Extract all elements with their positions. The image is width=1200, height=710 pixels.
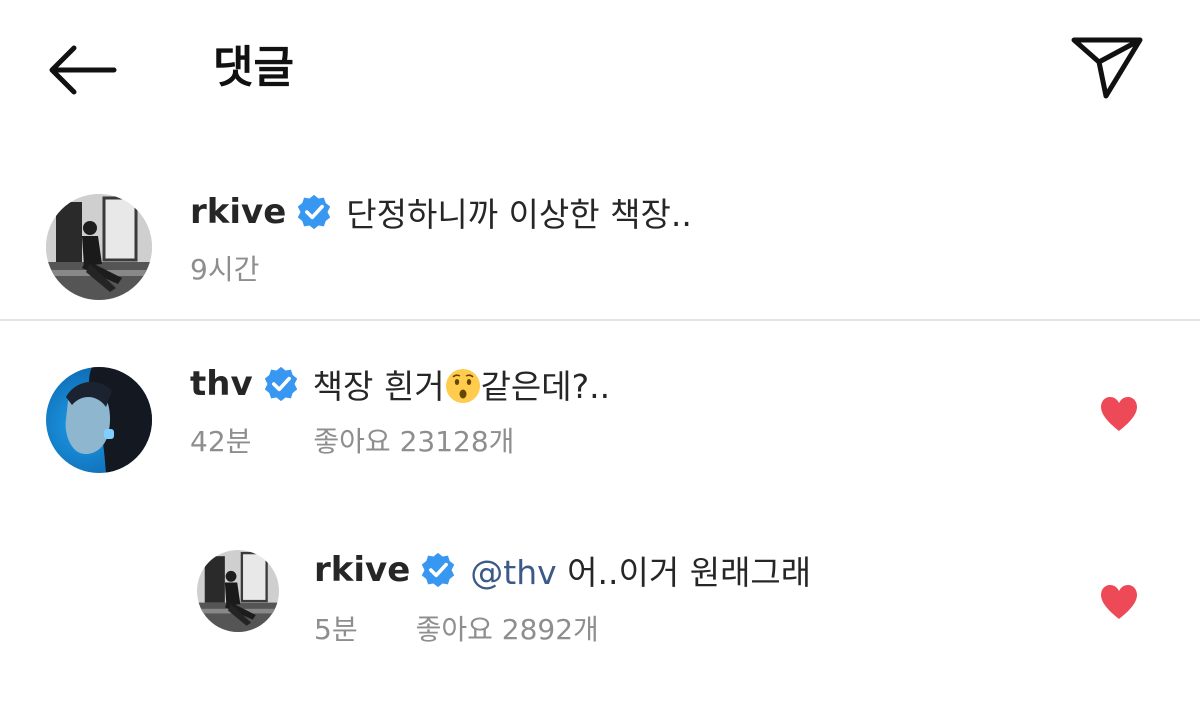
avatar[interactable] — [197, 550, 279, 632]
back-arrow-icon — [49, 45, 117, 95]
back-button[interactable] — [44, 40, 120, 100]
avatar-photo — [197, 550, 279, 632]
mention-link[interactable]: @thv — [470, 553, 556, 592]
comment-time: 5분 — [314, 613, 358, 646]
page-title: 댓글 — [213, 42, 294, 93]
comment-text: 책장 흰거 같은데?.. — [313, 360, 611, 408]
avatar-photo — [46, 194, 152, 300]
comment-username[interactable]: rkive — [190, 192, 286, 232]
comment-text: 단정하니까 이상한 책장.. — [346, 195, 692, 234]
avatar-photo — [46, 367, 152, 473]
heart-icon[interactable] — [1099, 396, 1139, 432]
comment-time: 42분 — [190, 425, 252, 458]
comment-text: @thv 어..이거 원래그래 — [470, 546, 811, 594]
avatar[interactable] — [46, 367, 152, 473]
comment-username[interactable]: thv — [190, 364, 253, 404]
heart-icon[interactable] — [1099, 584, 1139, 620]
comment-time: 9시간 — [190, 253, 260, 286]
comment-text-end: 같은데?.. — [480, 367, 611, 406]
likes-count[interactable]: 좋아요 23128개 — [313, 420, 514, 460]
verified-badge-icon — [422, 552, 455, 588]
header-bar: 댓글 — [0, 0, 1200, 140]
likes-count[interactable]: 좋아요 2892개 — [416, 608, 599, 648]
comment-username[interactable]: rkive — [314, 550, 410, 590]
share-button[interactable] — [1068, 32, 1146, 102]
divider — [0, 319, 1200, 321]
comment-text-body: 어..이거 원래그래 — [567, 553, 812, 592]
verified-badge-icon — [298, 194, 331, 230]
avatar[interactable] — [46, 194, 152, 300]
verified-badge-icon — [264, 366, 297, 402]
send-icon — [1071, 37, 1143, 99]
hushed-face-emoji — [445, 369, 480, 403]
comment-text-start: 책장 흰거 — [312, 367, 445, 406]
